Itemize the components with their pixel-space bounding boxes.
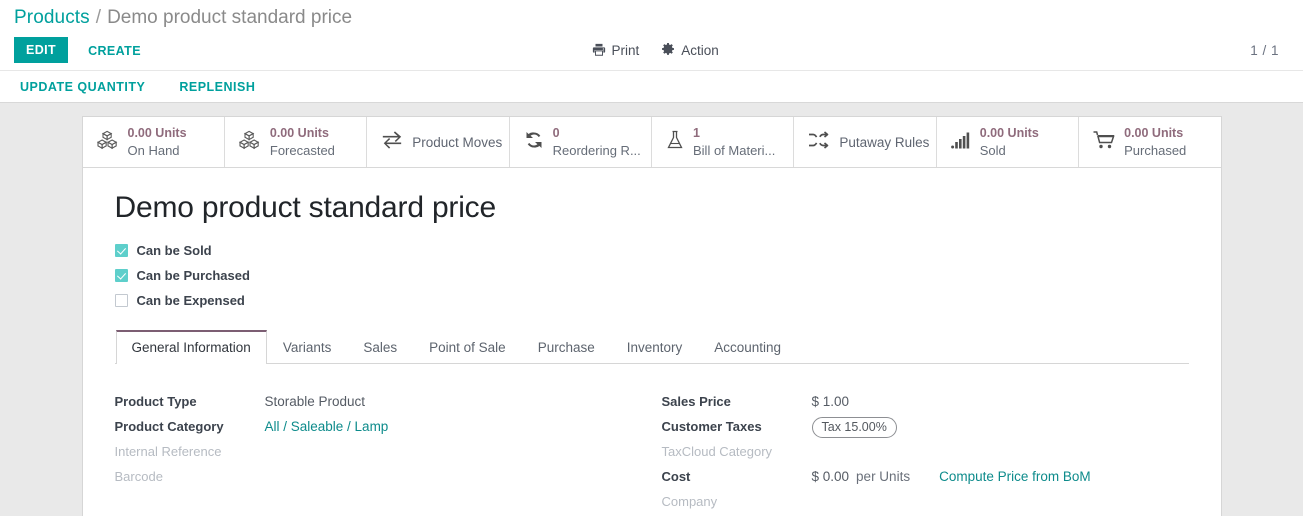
stat-forecasted[interactable]: 0.00 Units Forecasted [225,117,368,167]
checkbox-can-be-purchased[interactable] [114,269,128,282]
stat-putaway-rules[interactable]: Putaway Rules [794,117,937,167]
stat-label: Reordering R... [552,143,641,158]
field-label: Cost [661,469,691,484]
field-label: TaxCloud Category [661,444,773,459]
field-customer-taxes: Customer Taxes Tax 15.00% [662,415,1189,439]
field-barcode: Barcode [115,465,652,489]
general-information-panel: Product Type Storable Product Product Ca… [115,364,1189,516]
compute-price-from-bom-button[interactable]: Compute Price from BoM [939,469,1091,484]
tab-accounting[interactable]: Accounting [698,330,797,364]
stat-sold[interactable]: 0.00 Units Sold [937,117,1080,167]
replenish-button[interactable]: REPLENISH [173,76,261,98]
action-menu-button[interactable]: Action [661,43,719,58]
breadcrumb: Products / Demo product standard price [0,0,1303,30]
update-quantity-button[interactable]: UPDATE QUANTITY [14,76,151,98]
cubes-icon [238,130,261,155]
cubes-icon [96,130,119,155]
form-view-body: 0.00 Units On Hand 0.00 Units Forecasted [0,103,1303,516]
page-title: Demo product standard price [114,191,497,224]
action-label: Action [681,42,719,58]
stat-value: 1 [693,126,700,140]
record-content: Demo product standard price Can be Sold … [83,168,1221,516]
refresh-icon [524,130,544,155]
secondary-action-bar: UPDATE QUANTITY REPLENISH [0,70,1303,103]
tab-inventory[interactable]: Inventory [611,330,699,364]
checkbox-label: Can be Sold [136,243,212,258]
stat-value: 0.00 Units [1124,126,1184,140]
stat-label: Forecasted [269,143,335,158]
shopping-cart-icon [1093,130,1115,155]
form-column-left: Product Type Storable Product Product Ca… [115,390,652,516]
field-label: Product Type [114,394,197,409]
field-taxcloud-category: TaxCloud Category [662,440,1189,464]
field-value-sales-price[interactable]: $ 1.00 [812,390,850,414]
field-label: Company [661,494,718,509]
field-label: Barcode [114,469,163,484]
shuffle-icon [808,130,830,154]
tab-sales[interactable]: Sales [347,330,413,364]
form-column-right: Sales Price $ 1.00 Customer Taxes Tax 15… [652,390,1189,516]
checkbox-can-be-sold[interactable] [114,244,128,257]
print-label: Print [611,42,640,58]
checkbox-can-be-expensed[interactable] [114,294,128,307]
stat-bill-of-materials[interactable]: 1 Bill of Materi... [652,117,795,167]
stat-purchased[interactable]: 0.00 Units Purchased [1079,117,1220,167]
checkbox-label: Can be Purchased [136,268,250,283]
stat-value: 0.00 Units [127,126,187,140]
field-internal-reference: Internal Reference [115,440,652,464]
field-can-be-purchased: Can be Purchased [114,263,1189,288]
field-company: Company [662,490,1189,514]
printer-icon [592,43,606,57]
field-can-be-sold: Can be Sold [114,238,1189,263]
create-button[interactable]: CREATE [82,37,147,64]
field-product-category: Product Category All / Saleable / Lamp [115,415,652,439]
stat-label: Product Moves [412,134,503,150]
stat-label: Bill of Materi... [693,143,776,158]
field-label: Internal Reference [114,444,222,459]
checkbox-label: Can be Expensed [136,293,245,308]
stat-label: Purchased [1124,143,1187,158]
field-cost: Cost $ 0.00 per Units Compute Price from… [662,465,1189,489]
breadcrumb-separator: / [95,6,102,28]
record-pager[interactable]: 1 / 1 [1250,43,1279,58]
field-sales-price: Sales Price $ 1.00 [662,390,1189,414]
field-label: Product Category [114,419,224,434]
field-can-be-expensed: Can be Expensed [114,288,1189,313]
form-sheet: 0.00 Units On Hand 0.00 Units Forecasted [81,116,1222,516]
field-label: Sales Price [661,394,731,409]
control-panel-actions: EDIT CREATE Print Action 1 / 1 [0,30,1303,70]
field-label: Customer Taxes [661,419,762,434]
breadcrumb-root-products[interactable]: Products [14,7,90,29]
print-menu-button[interactable]: Print [592,42,640,58]
stat-label: Putaway Rules [839,134,930,150]
stat-value: 0 [552,126,560,140]
field-product-type: Product Type Storable Product [115,390,652,414]
stat-label: Sold [979,143,1006,158]
status-badge-customer-tax[interactable]: Tax 15.00% [811,417,897,438]
tab-point-of-sale[interactable]: Point of Sale [413,330,522,364]
stat-reordering-rules[interactable]: 0 Reordering R... [510,117,652,167]
stat-value: 0.00 Units [979,126,1039,140]
gear-icon [661,43,675,57]
bar-chart-icon [950,131,971,154]
stat-on-hand[interactable]: 0.00 Units On Hand [83,117,225,167]
field-value-product-type[interactable]: Storable Product [265,390,366,414]
tab-general-information[interactable]: General Information [115,330,267,364]
stat-button-bar: 0.00 Units On Hand 0.00 Units Forecasted [82,117,1221,168]
tab-variants[interactable]: Variants [267,330,348,364]
edit-button[interactable]: EDIT [14,37,69,63]
stat-product-moves[interactable]: Product Moves [367,117,510,167]
flask-icon [666,130,684,155]
field-value-product-category[interactable]: All / Saleable / Lamp [265,415,389,439]
tab-purchase[interactable]: Purchase [522,330,611,364]
notebook-tabs: General Information Variants Sales Point… [114,330,1189,364]
breadcrumb-current-record: Demo product standard price [107,6,353,28]
control-panel-center-actions: Print Action [592,43,719,58]
stat-label: On Hand [127,143,180,158]
cost-unit-suffix: per Units [856,469,911,484]
stat-value: 0.00 Units [269,126,329,140]
exchange-icon [381,130,403,154]
field-value-cost[interactable]: $ 0.00 [812,465,850,489]
